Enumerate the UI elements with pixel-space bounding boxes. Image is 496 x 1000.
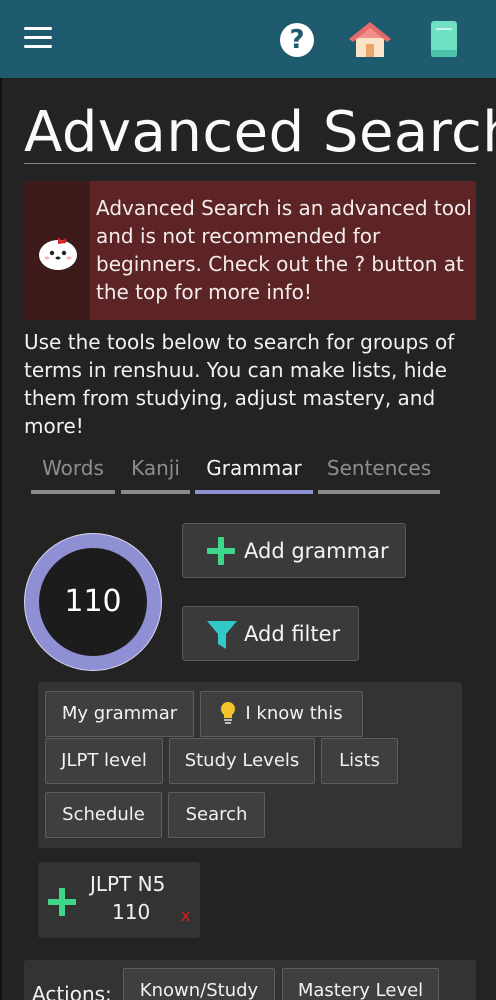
mastery-level-button[interactable]: Mastery Level: [282, 968, 439, 1000]
tab-sentences-underline: [318, 490, 440, 494]
filter-funnel-icon: [207, 621, 237, 649]
actions-bar: Actions: Known/Study Mastery Level: [24, 960, 476, 1000]
study-levels-filter-button[interactable]: Study Levels: [169, 738, 315, 784]
filter-options-panel: My grammar I know this JLPT level Study …: [38, 682, 462, 848]
help-question-icon[interactable]: ?: [280, 23, 314, 57]
schedule-filter-button[interactable]: Schedule: [45, 792, 162, 838]
mascot-icon: [39, 237, 77, 270]
add-grammar-button[interactable]: Add grammar: [182, 523, 406, 578]
add-filter-label: Add filter: [244, 622, 341, 646]
page-title: Advanced Search: [24, 100, 496, 165]
tab-sentences-label: Sentences: [326, 456, 432, 480]
book-icon[interactable]: [430, 20, 458, 58]
home-icon[interactable]: [349, 22, 391, 58]
add-grammar-label: Add grammar: [244, 539, 389, 563]
lists-filter-button[interactable]: Lists: [321, 738, 398, 784]
active-filter-tag: JLPT N5 110 x: [38, 862, 200, 938]
tab-kanji[interactable]: Kanji: [121, 454, 190, 494]
add-filter-plus-icon[interactable]: [48, 888, 76, 916]
active-filter-label: JLPT N5: [90, 872, 166, 896]
tab-grammar-underline: [195, 490, 313, 494]
i-know-this-label: I know this: [245, 703, 343, 724]
result-count-ring: 110: [24, 533, 162, 671]
actions-label: Actions:: [32, 982, 112, 1000]
i-know-this-filter-button[interactable]: I know this: [200, 691, 363, 737]
active-filter-count: 110: [112, 900, 151, 924]
warning-text: Advanced Search is an advanced tool and …: [96, 196, 472, 304]
jlpt-level-filter-button[interactable]: JLPT level: [45, 738, 163, 784]
tab-words-underline: [31, 490, 115, 494]
title-divider: [24, 163, 476, 164]
advanced-search-content: Advanced Search Advanced Search is an ad…: [0, 78, 496, 1000]
hamburger-menu-icon[interactable]: [24, 27, 52, 49]
tab-words-label: Words: [42, 456, 104, 480]
result-count: 110: [39, 548, 147, 656]
tab-sentences[interactable]: Sentences: [318, 454, 440, 494]
plus-icon: [207, 537, 235, 565]
tab-grammar[interactable]: Grammar: [195, 454, 313, 494]
advanced-warning-banner: Advanced Search is an advanced tool and …: [24, 181, 476, 320]
known-study-button[interactable]: Known/Study: [123, 968, 275, 1000]
tab-words[interactable]: Words: [31, 454, 115, 494]
intro-text: Use the tools below to search for groups…: [24, 330, 455, 438]
top-navigation-bar: ?: [0, 0, 496, 78]
mascot-panel: [24, 181, 90, 320]
add-filter-button[interactable]: Add filter: [182, 606, 359, 661]
tab-grammar-label: Grammar: [206, 456, 302, 480]
search-filter-button[interactable]: Search: [168, 792, 265, 838]
lightbulb-icon: [221, 702, 236, 724]
tab-kanji-underline: [121, 490, 190, 494]
remove-filter-button[interactable]: x: [181, 906, 190, 925]
tab-kanji-label: Kanji: [131, 456, 180, 480]
my-grammar-filter-button[interactable]: My grammar: [45, 691, 194, 737]
